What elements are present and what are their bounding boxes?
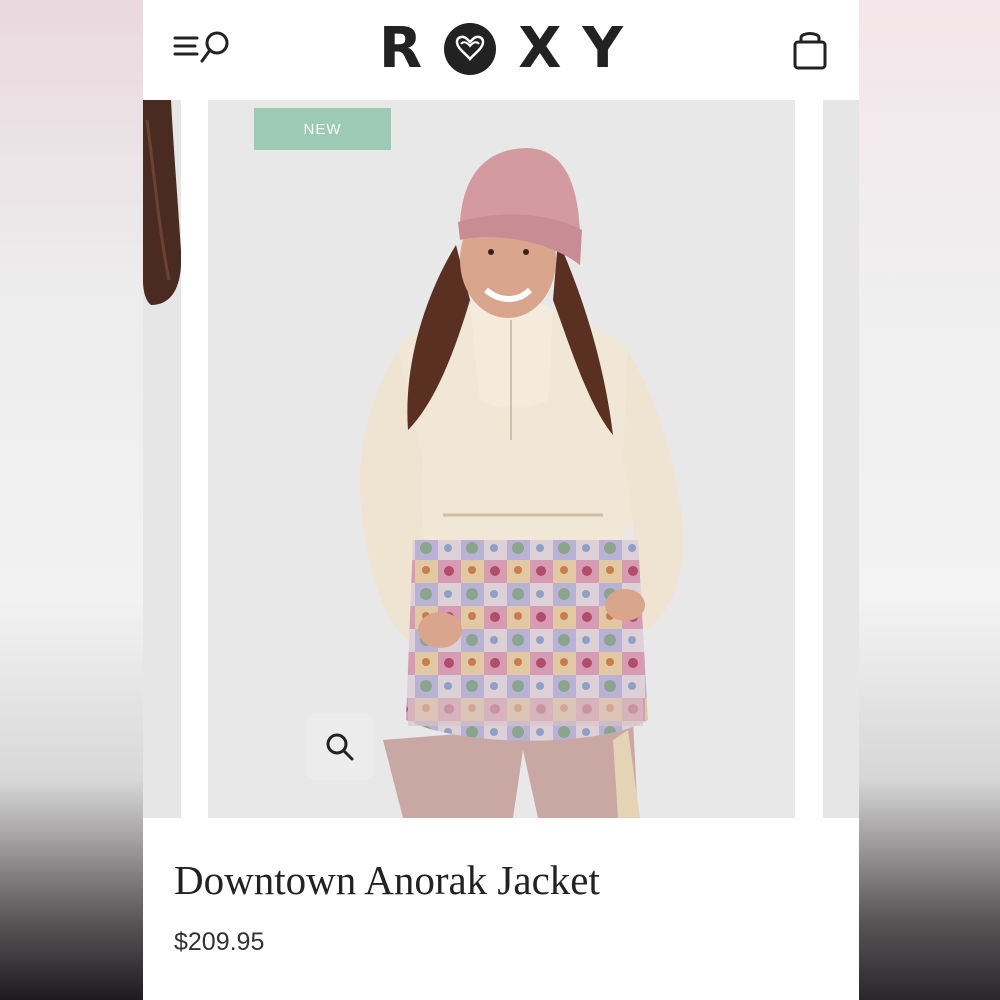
site-header: R X Y: [143, 0, 859, 100]
main-product-image[interactable]: NEW: [208, 100, 795, 818]
zoom-button[interactable]: [307, 714, 373, 780]
roxy-heart-logo-icon: [444, 23, 497, 75]
logo-letter-x: X: [518, 16, 562, 81]
background-left-blur: [0, 0, 143, 1000]
magnifier-icon: [326, 733, 354, 761]
product-image-carousel[interactable]: NEW: [143, 100, 859, 818]
new-badge: NEW: [254, 108, 391, 150]
menu-search-icon: [173, 31, 229, 63]
logo-letter-r: R: [379, 16, 423, 81]
menu-search-button[interactable]: [173, 28, 233, 70]
shopping-bag-icon: [793, 32, 827, 70]
product-price: $209.95: [174, 928, 265, 956]
product-title: Downtown Anorak Jacket: [174, 857, 600, 903]
previous-slide-peek[interactable]: [143, 100, 181, 818]
cart-button[interactable]: [791, 28, 829, 72]
mobile-product-page: R X Y NEW Downtown Anorak Jacket $209.95: [143, 0, 859, 1000]
background-right-blur: [859, 0, 1000, 1000]
roxy-logo[interactable]: R X Y: [379, 20, 623, 78]
next-slide-peek[interactable]: [823, 100, 859, 818]
logo-letter-y: Y: [582, 16, 623, 81]
previous-slide-hair-image: [143, 100, 181, 818]
model-wearing-anorak-jacket-image: [208, 100, 795, 818]
